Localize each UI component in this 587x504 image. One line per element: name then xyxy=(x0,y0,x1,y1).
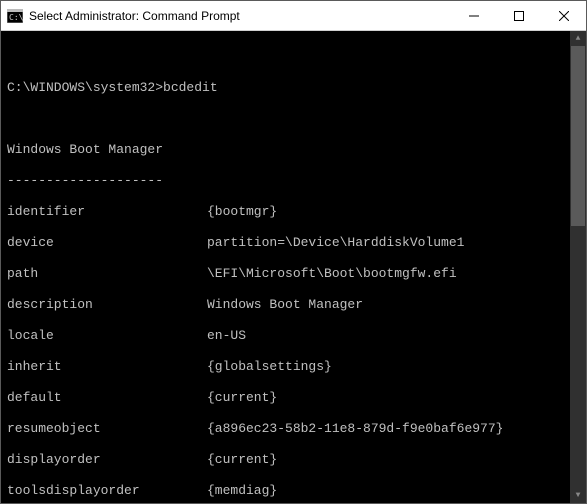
kv-value: partition=\Device\HarddiskVolume1 xyxy=(207,235,464,251)
kv-value: {current} xyxy=(207,452,277,468)
kv-row: resumeobject{a896ec23-58b2-11e8-879d-f9e… xyxy=(7,421,584,437)
titlebar[interactable]: C:\ Select Administrator: Command Prompt xyxy=(1,1,586,31)
kv-row: default{current} xyxy=(7,390,584,406)
kv-key: description xyxy=(7,297,207,313)
section-heading: Windows Boot Manager xyxy=(7,142,584,158)
kv-row: localeen-US xyxy=(7,328,584,344)
kv-value: {memdiag} xyxy=(207,483,277,499)
terminal-output[interactable]: C:\WINDOWS\system32>bcdedit Windows Boot… xyxy=(1,31,586,503)
kv-value: {globalsettings} xyxy=(207,359,332,375)
scroll-thumb[interactable] xyxy=(571,46,585,226)
kv-row: devicepartition=\Device\HarddiskVolume1 xyxy=(7,235,584,251)
window-controls xyxy=(451,1,586,30)
kv-key: identifier xyxy=(7,204,207,220)
scroll-down-icon[interactable]: ▼ xyxy=(570,488,586,503)
maximize-button[interactable] xyxy=(496,1,541,30)
kv-row: descriptionWindows Boot Manager xyxy=(7,297,584,313)
svg-text:C:\: C:\ xyxy=(9,13,23,22)
vertical-scrollbar[interactable]: ▲ ▼ xyxy=(570,31,586,503)
kv-row: inherit{globalsettings} xyxy=(7,359,584,375)
kv-key: toolsdisplayorder xyxy=(7,483,207,499)
kv-key: locale xyxy=(7,328,207,344)
kv-row: identifier{bootmgr} xyxy=(7,204,584,220)
kv-key: path xyxy=(7,266,207,282)
kv-value: {bootmgr} xyxy=(207,204,277,220)
kv-key: displayorder xyxy=(7,452,207,468)
kv-value: Windows Boot Manager xyxy=(207,297,363,313)
cmd-icon: C:\ xyxy=(7,8,23,24)
kv-value: en-US xyxy=(207,328,246,344)
kv-value: {a896ec23-58b2-11e8-879d-f9e0baf6e977} xyxy=(207,421,503,437)
prompt-path: C:\WINDOWS\system32> xyxy=(7,80,163,96)
command-text: bcdedit xyxy=(163,80,218,96)
kv-key: resumeobject xyxy=(7,421,207,437)
section-rule: -------------------- xyxy=(7,173,584,189)
close-button[interactable] xyxy=(541,1,586,30)
kv-row: path\EFI\Microsoft\Boot\bootmgfw.efi xyxy=(7,266,584,282)
scroll-up-icon[interactable]: ▲ xyxy=(570,31,586,46)
kv-key: device xyxy=(7,235,207,251)
kv-key: default xyxy=(7,390,207,406)
prompt-line: C:\WINDOWS\system32>bcdedit xyxy=(7,80,584,96)
kv-value: {current} xyxy=(207,390,277,406)
minimize-button[interactable] xyxy=(451,1,496,30)
kv-row: toolsdisplayorder{memdiag} xyxy=(7,483,584,499)
kv-key: inherit xyxy=(7,359,207,375)
command-prompt-window: C:\ Select Administrator: Command Prompt… xyxy=(0,0,587,504)
kv-value: \EFI\Microsoft\Boot\bootmgfw.efi xyxy=(207,266,457,282)
kv-row: displayorder{current} xyxy=(7,452,584,468)
window-title: Select Administrator: Command Prompt xyxy=(29,9,451,23)
